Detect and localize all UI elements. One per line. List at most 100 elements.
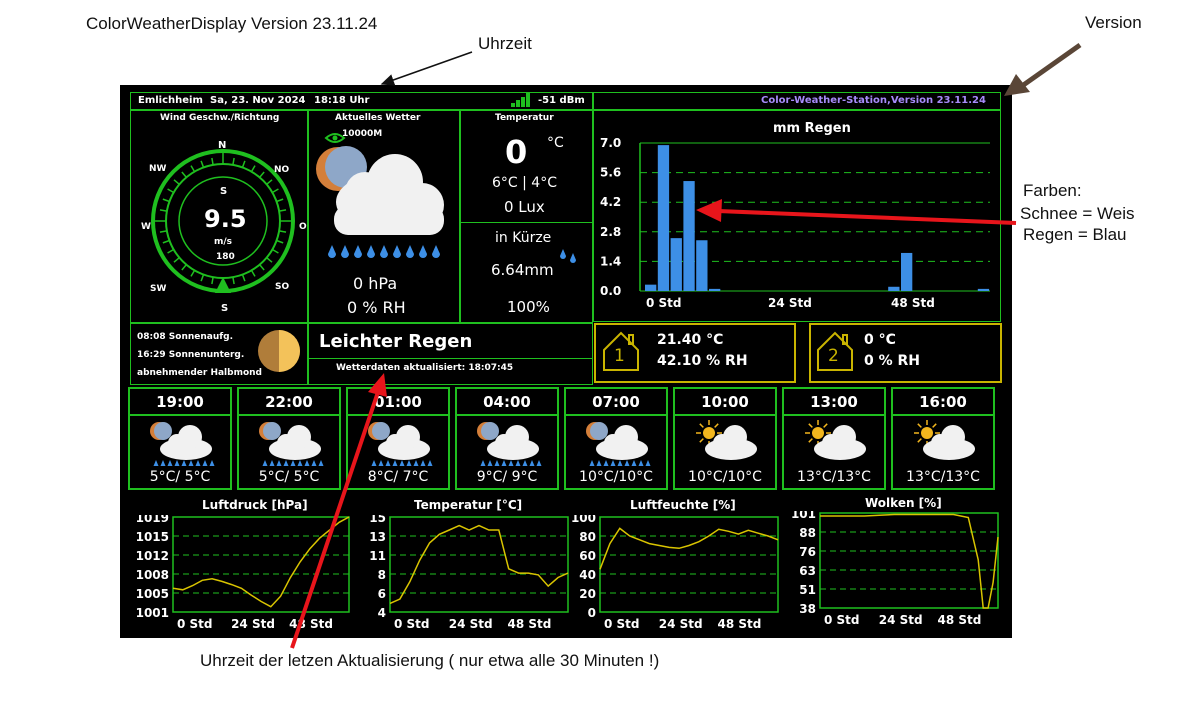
forecast-time: 04:00	[483, 393, 531, 411]
mini-x-tick: 24 Std	[449, 617, 493, 631]
forecast-item: 10:00 10°C/10°C	[673, 387, 777, 490]
temperature-unit: °C	[547, 135, 564, 151]
pressure-chart: 1019 1015 1012 1008 1005 1001 0 Std 24 Std 48 St…	[136, 515, 350, 631]
forecast-temp: 10°C/10°C	[579, 469, 653, 485]
signal-strength: -51 dBm	[538, 95, 585, 106]
rain-bar	[670, 238, 682, 291]
lux-value: 0 Lux	[504, 198, 545, 216]
mini-x-tick: 0 Std	[604, 617, 640, 631]
condition-divider	[308, 358, 593, 359]
forecast-time: 10:00	[701, 393, 749, 411]
signal-icon	[511, 93, 530, 107]
rain-probability: 100%	[507, 298, 550, 316]
wind-speed: 9.5	[204, 205, 247, 233]
mini-y-tick: 8	[378, 568, 386, 582]
forecast-item: 13:00 13°C/13°C	[782, 387, 886, 490]
mini-chart-frame	[389, 516, 569, 613]
rain-x-tick: 24 Std	[768, 296, 812, 310]
wind-degrees: 180	[216, 252, 235, 262]
mini-data-line	[172, 516, 350, 608]
mini-x-tick: 24 Std	[231, 617, 275, 631]
moon-phase-icon	[258, 330, 300, 372]
sunset-text: 16:29 Sonnenunterg.	[137, 350, 245, 360]
mini-y-tick: 76	[799, 545, 816, 559]
forecast-item: 04:00 9°C/ 9°C	[455, 387, 559, 490]
mini-y-tick: 15	[369, 515, 386, 525]
mini-y-tick: 38	[799, 602, 816, 616]
raindrops-icon	[560, 249, 576, 263]
wind-n-label: N	[218, 140, 227, 151]
mini-y-tick: 51	[799, 583, 816, 597]
wind-title: Wind Geschw./Richtung	[160, 113, 280, 123]
mini-y-tick: 101	[791, 511, 816, 521]
mini-y-tick: 60	[579, 549, 596, 563]
rain-chart: 7.0 5.6 4.2 2.8 1.4 0.0 0 Std 24 Std 48 Std	[600, 136, 990, 310]
mini-x-tick: 0 Std	[394, 617, 430, 631]
clock-arrow	[380, 51, 473, 86]
forecast-temp: 5°C/ 5°C	[149, 469, 211, 485]
rain-bar	[657, 145, 670, 291]
rain-y-tick: 2.8	[600, 225, 621, 239]
rain-y-tick: 7.0	[600, 136, 621, 150]
mini-y-tick: 13	[369, 530, 386, 544]
mini-y-tick: 40	[579, 568, 596, 582]
rain-bar	[977, 288, 990, 291]
current-title: Aktuelles Wetter	[335, 113, 421, 123]
rain-bar	[888, 286, 900, 291]
wind-direction: S	[220, 186, 228, 197]
indoor-1-temp: 21.40 °C	[657, 332, 724, 348]
forecast-divider	[675, 414, 775, 416]
mini-x-tick: 0 Std	[824, 613, 860, 627]
temperature-value: 0	[505, 133, 528, 171]
mini-chart-frame	[172, 516, 350, 613]
mini-y-tick: 1019	[136, 515, 169, 525]
mini-x-tick: 48 Std	[507, 617, 551, 631]
mini-y-tick: 6	[378, 587, 386, 601]
wind-ne-label: NO	[274, 165, 290, 175]
weather-display-screen: Emlichheim Sa, 23. Nov 2024 18:18 Uhr -5…	[120, 85, 1012, 638]
forecast-item: 16:00 13°C/13°C	[891, 387, 995, 490]
rain-bar	[696, 240, 708, 291]
header-time: 18:18 Uhr	[314, 95, 370, 106]
mini-data-line	[599, 527, 779, 570]
forecast-divider	[457, 414, 557, 416]
temperature-chart: 15 13 11 8 6 4 0 Std 24 Std 48 Std	[369, 515, 569, 631]
mini-y-tick: 80	[579, 530, 596, 544]
mini-y-tick: 1012	[136, 549, 169, 563]
mini-y-tick: 0	[588, 606, 596, 620]
indoor-1-humidity: 42.10 % RH	[657, 353, 748, 369]
mini-x-tick: 48 Std	[937, 613, 981, 627]
colors-snow: Schnee = Weis	[1020, 204, 1135, 223]
wind-nw-label: NW	[149, 164, 167, 174]
forecast-time: 07:00	[592, 393, 640, 411]
forecast-temp: 10°C/10°C	[688, 469, 762, 485]
wind-e-label: O	[299, 222, 307, 232]
forecast-divider	[239, 414, 339, 416]
humidity-chart: 100 80 60 40 20 0 0 Std 24 Std 48 Std	[571, 515, 779, 631]
clouds-chart: 101 88 76 63 51 38 0 Std 24 Std 48 Std	[791, 511, 999, 627]
moon-phase-text: abnehmender Halbmond	[137, 368, 262, 378]
temperature-divider	[460, 222, 593, 223]
sunrise-text: 08:08 Sonnenaufg.	[137, 332, 234, 342]
forecast-temp: 9°C/ 9°C	[476, 469, 538, 485]
sun-cloud-icon	[805, 420, 866, 460]
forecast-divider	[348, 414, 448, 416]
colors-rain: Regen = Blau	[1023, 225, 1127, 244]
rain-cloud-icon	[477, 422, 542, 466]
temperature-title: Temperatur	[495, 113, 554, 123]
temperature-minmax: 6°C | 4°C	[492, 175, 557, 191]
rain-bar	[683, 181, 695, 291]
mini-y-tick: 100	[571, 515, 596, 525]
rain-chart-title: mm Regen	[773, 121, 851, 136]
rain-cloud-icon	[259, 422, 324, 466]
rain-cloud-icon	[586, 422, 651, 466]
station-version: Color-Weather-Station,Version 23.11.24	[761, 95, 986, 106]
sun-cloud-icon	[696, 420, 757, 460]
clouds-chart-title: Wolken [%]	[865, 496, 942, 510]
forecast-time: 22:00	[265, 393, 313, 411]
forecast-divider	[566, 414, 666, 416]
app-version-title: ColorWeatherDisplay Version 23.11.24	[86, 14, 378, 33]
rain-y-tick: 0.0	[600, 284, 621, 298]
soon-rain-value: 6.64mm	[491, 261, 554, 279]
forecast-divider	[784, 414, 884, 416]
